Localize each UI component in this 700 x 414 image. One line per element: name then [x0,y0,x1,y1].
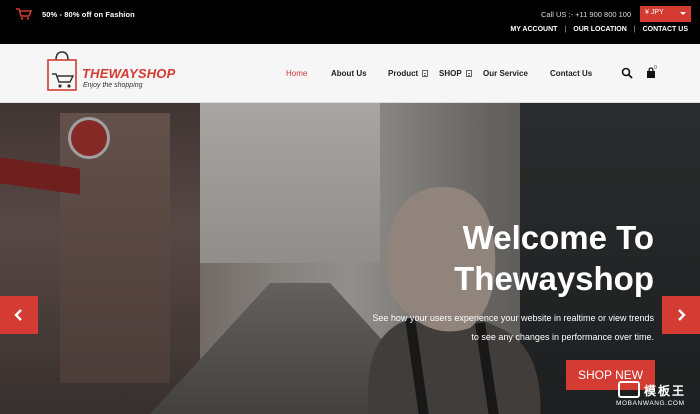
our-location-link[interactable]: OUR LOCATION [573,26,627,33]
nav-about-us[interactable]: About Us [331,69,367,78]
watermark-bottom: MOBANWANG.COM [616,400,685,407]
shopping-cart-icon [16,8,32,20]
chevron-down-icon [680,12,686,15]
watermark-logo-icon [618,381,640,398]
nav-product[interactable]: Product [388,69,429,78]
currency-select[interactable]: ¥ JPY [640,6,691,22]
hero-title-line1: Welcome To [462,219,654,256]
top-links: MY ACCOUNT | OUR LOCATION | CONTACT US [510,26,688,33]
nav-shop[interactable]: SHOP [439,69,472,78]
my-account-link[interactable]: MY ACCOUNT [510,26,557,33]
nav-our-service[interactable]: Our Service [483,69,528,78]
link-separator: | [564,26,567,33]
prev-slide-button[interactable] [0,296,38,334]
nav-contact-us[interactable]: Contact Us [550,69,592,78]
logo-tagline: Enjoy the shopping [83,82,143,89]
shopping-bag-logo-icon [47,51,77,91]
hero-title: Welcome To Thewayshop [454,217,654,299]
link-separator: | [633,26,636,33]
hero-title-line2: Thewayshop [454,260,654,297]
main-header: THEWAYSHOP Enjoy the shopping Home About… [0,44,700,103]
next-slide-button[interactable] [662,296,700,334]
call-us-text: Call US :- +11 900 800 100 [541,10,632,19]
chevron-right-icon [678,309,686,321]
top-bar: 50% - 80% off on Fashion Call US :- +11 … [0,0,700,44]
chevron-left-icon [14,309,22,321]
nav-shop-label: SHOP [439,69,462,78]
watermark-top: 模板王 [644,384,687,398]
hero-subtitle: See how your users experience your websi… [372,313,654,342]
dropdown-icon [465,70,472,77]
nav-home[interactable]: Home [286,69,307,78]
hero-slider: Welcome To Thewayshop See how your users… [0,103,700,414]
cart-count-badge: 0 [654,65,657,71]
watermark: 模板王 MOBANWANG.COM [616,380,696,410]
dropdown-icon [422,70,429,77]
currency-value: ¥ JPY [645,9,664,16]
search-icon[interactable] [621,67,633,79]
site-logo[interactable]: THEWAYSHOP Enjoy the shopping [46,50,175,98]
logo-name: THEWAYSHOP [82,66,176,81]
promo-text: 50% - 80% off on Fashion [42,10,135,19]
nav-product-label: Product [388,69,419,78]
contact-us-link[interactable]: CONTACT US [643,26,688,33]
